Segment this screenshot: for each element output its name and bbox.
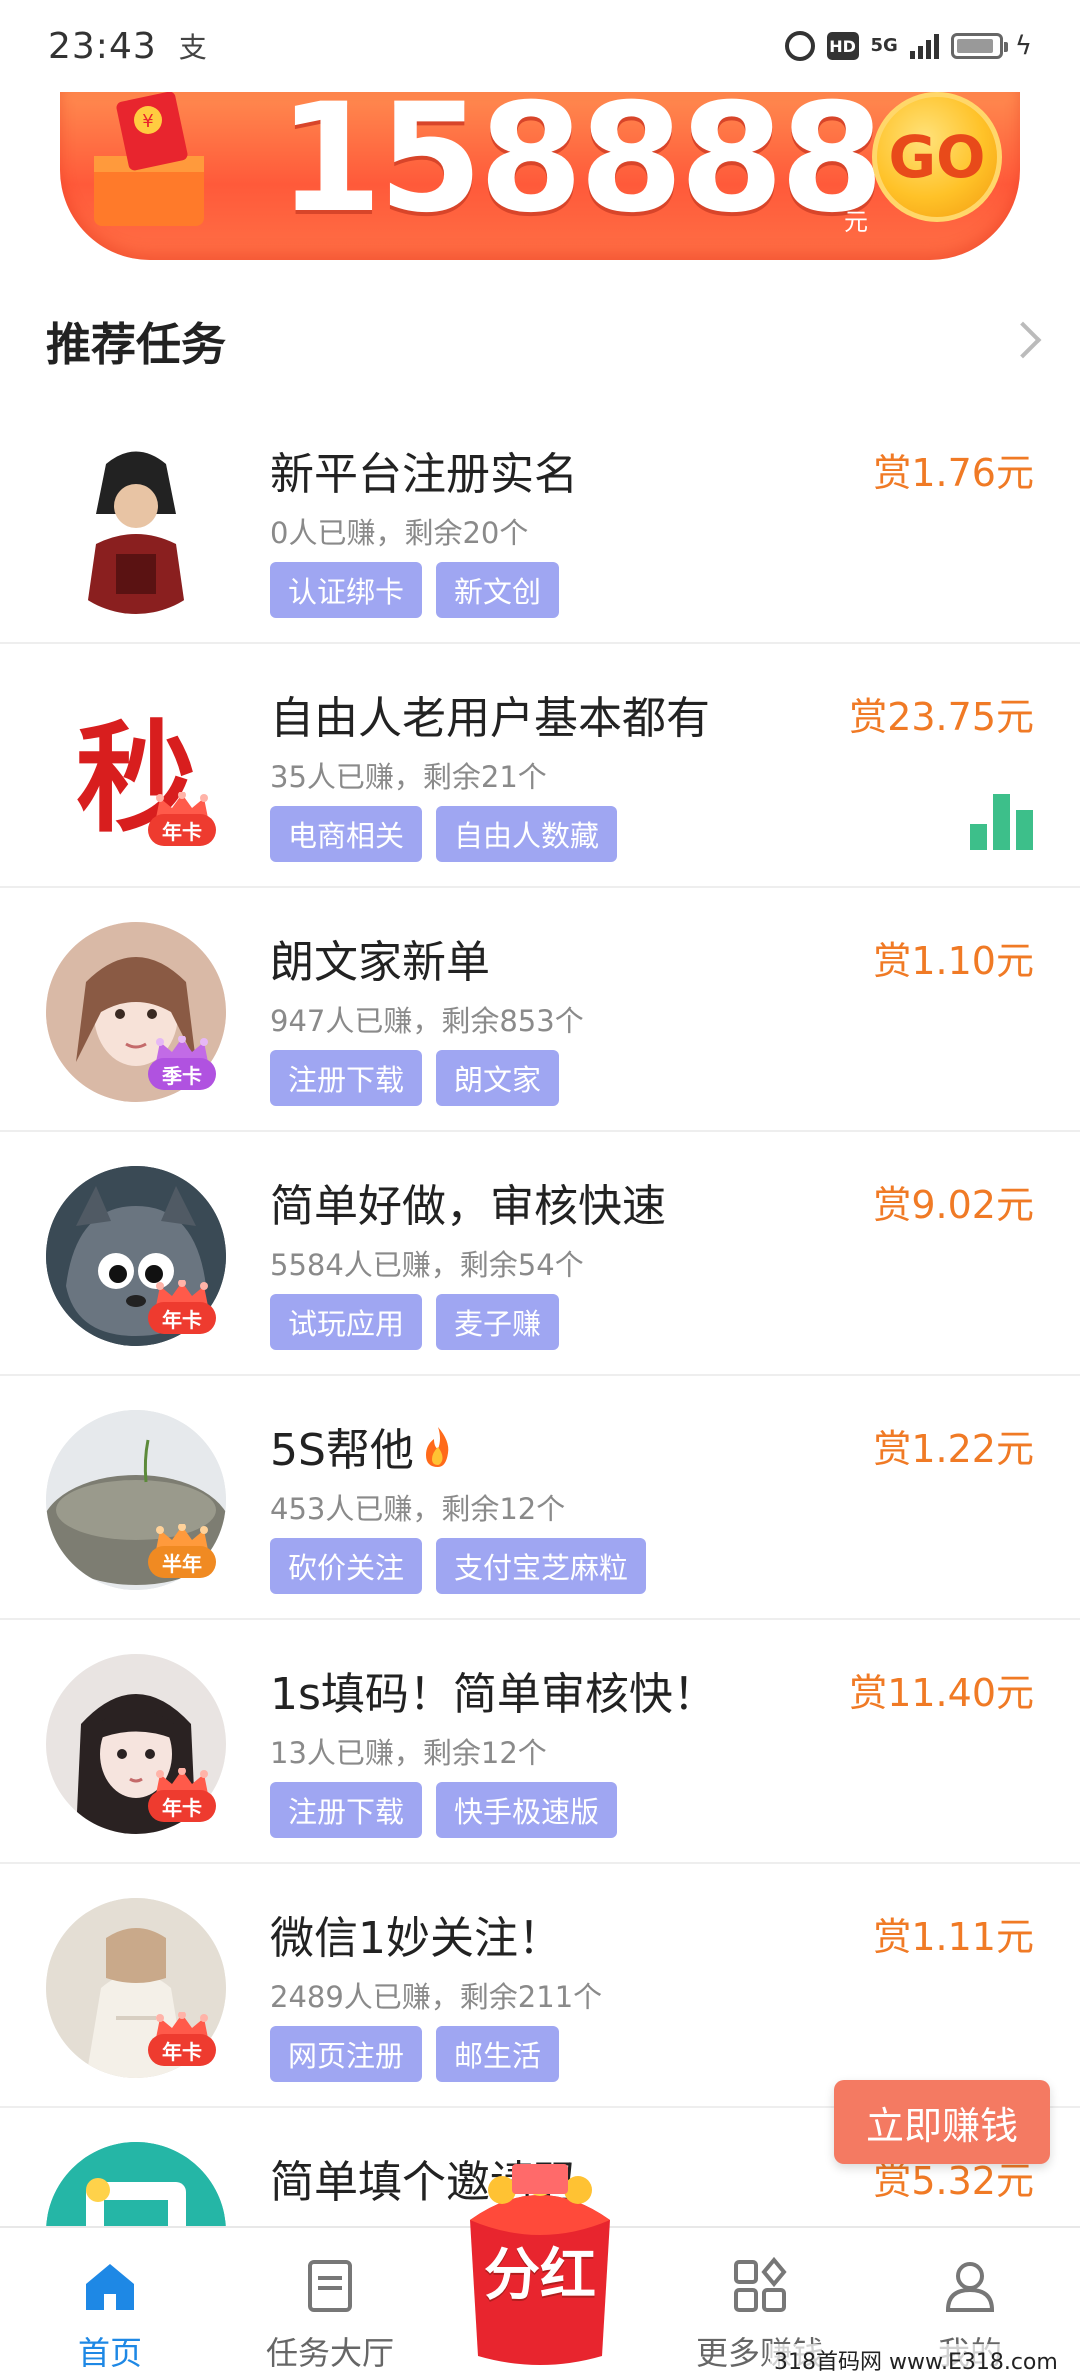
task-tag: 注册下载: [270, 1050, 423, 1106]
network-5g-icon: 5G: [870, 35, 898, 56]
svg-text:¥: ¥: [142, 111, 153, 132]
task-title: 朗文家新单: [270, 937, 490, 988]
dividend-label: 分红: [484, 2243, 596, 2308]
task-meta: 453人已赚，剩余12个: [270, 1492, 566, 1526]
document-list-icon: [308, 2260, 352, 2312]
task-row[interactable]: 半年 5S帮他 453人已赚，剩余12个 砍价关注 支付宝芝麻粒 赏1.22元: [0, 1376, 1080, 1620]
charging-icon: ϟ: [1014, 31, 1032, 61]
task-tag: 朗文家: [436, 1050, 560, 1106]
nav-item-task-hall[interactable]: 任务大厅: [240, 2228, 420, 2376]
alipay-indicator-icon: 支: [178, 31, 207, 64]
banner-amount: 158888: [278, 92, 884, 246]
dividend-button[interactable]: 分红: [452, 2160, 628, 2376]
task-tag: 认证绑卡: [270, 562, 423, 618]
task-title: 1s填码！简单审核快！: [270, 1669, 717, 1720]
task-tag: 快手极速版: [436, 1782, 618, 1838]
task-row[interactable]: 年卡 微信1妙关注！ 2489人已赚，剩余211个 网页注册 邮生活 赏1.11…: [0, 1864, 1080, 2108]
task-title-text: 5S帮他: [270, 1425, 414, 1476]
status-icons: HD 5G ϟ: [784, 31, 1032, 61]
membership-badge: 年卡: [142, 2012, 222, 2072]
badge-label: 年卡: [148, 814, 216, 846]
apps-grid-icon: [734, 2256, 787, 2312]
badge-label: 年卡: [148, 1790, 216, 1822]
task-tags: 砍价关注 支付宝芝麻粒: [270, 1538, 647, 1594]
badge-label: 年卡: [148, 1302, 216, 1334]
membership-badge: 年卡: [142, 1768, 222, 1828]
task-reward: 赏1.10元: [873, 939, 1034, 983]
task-tags: 注册下载 快手极速版: [270, 1782, 618, 1838]
go-button[interactable]: GO: [872, 92, 1002, 222]
task-row[interactable]: 年卡 简单好做，审核快速 5584人已赚，剩余54个 试玩应用 麦子赚 赏9.0…: [0, 1132, 1080, 1376]
task-reward: 赏23.75元: [849, 695, 1034, 739]
task-tags: 网页注册 邮生活: [270, 2026, 560, 2082]
task-tag: 电商相关: [270, 806, 423, 862]
task-row[interactable]: 新平台注册实名 0人已赚，剩余20个 认证绑卡 新文创 赏1.76元: [0, 400, 1080, 644]
task-title: 新平台注册实名: [270, 449, 578, 500]
task-meta: 2489人已赚，剩余211个: [270, 1980, 603, 2014]
task-tag: 注册下载: [270, 1782, 423, 1838]
battery-icon: [950, 33, 1008, 59]
membership-badge: 年卡: [142, 792, 222, 852]
task-tags: 认证绑卡 新文创: [270, 562, 560, 618]
chevron-right-icon[interactable]: [1004, 321, 1042, 359]
signal-icon: [909, 33, 939, 59]
status-bar: 23:43 支 HD 5G ϟ: [0, 0, 1080, 92]
task-tags: 试玩应用 麦子赚: [270, 1294, 560, 1350]
task-tag: 砍价关注: [270, 1538, 423, 1594]
task-meta: 5584人已赚，剩余54个: [270, 1248, 584, 1282]
watermark: 318首码网 www.E318.com: [770, 2344, 1062, 2376]
nav-label: 任务大厅: [265, 2334, 394, 2372]
task-title: 微信1妙关注！: [270, 1913, 562, 1964]
task-row[interactable]: 年卡 1s填码！简单审核快！ 13人已赚，剩余12个 注册下载 快手极速版 赏1…: [0, 1620, 1080, 1864]
bar-chart-icon[interactable]: [970, 794, 1034, 850]
nav-item-home[interactable]: 首页: [20, 2228, 200, 2376]
membership-badge: 季卡: [142, 1036, 222, 1096]
task-tag: 新文创: [436, 562, 560, 618]
task-tags: 注册下载 朗文家: [270, 1050, 560, 1106]
recommended-section-header[interactable]: 推荐任务: [46, 300, 1042, 380]
task-title: 简单好做，审核快速: [270, 1181, 666, 1232]
task-reward: 赏9.02元: [873, 1183, 1034, 1227]
red-envelope-gift-icon: ¥: [94, 92, 204, 226]
task-title: 5S帮他: [270, 1414, 456, 1478]
task-tag: 邮生活: [436, 2026, 560, 2082]
task-tags: 电商相关 自由人数藏: [270, 806, 618, 862]
status-time: 23:43: [48, 25, 157, 67]
task-tag: 麦子赚: [436, 1294, 560, 1350]
task-reward: 赏1.22元: [873, 1427, 1034, 1471]
badge-label: 年卡: [148, 2034, 216, 2066]
task-row[interactable]: 季卡 朗文家新单 947人已赚，剩余853个 注册下载 朗文家 赏1.10元: [0, 888, 1080, 1132]
task-reward: 赏1.11元: [873, 1915, 1034, 1959]
task-list: 新平台注册实名 0人已赚，剩余20个 认证绑卡 新文创 赏1.76元 秒 年卡 …: [0, 400, 1080, 2352]
page: 23:43 支 HD 5G ϟ ¥ 158888 元 GO 推荐任务 新平台注册…: [0, 0, 1080, 2376]
membership-badge: 年卡: [142, 1280, 222, 1340]
banner-unit: 元: [844, 208, 868, 236]
task-meta: 35人已赚，剩余21个: [270, 760, 547, 794]
task-tag: 自由人数藏: [436, 806, 618, 862]
task-avatar: [46, 434, 226, 614]
badge-label: 半年: [148, 1546, 216, 1578]
promo-banner[interactable]: ¥ 158888 元 GO: [60, 92, 1020, 260]
task-row[interactable]: 秒 年卡 自由人老用户基本都有 35人已赚，剩余21个 电商相关 自由人数藏 赏…: [0, 644, 1080, 888]
membership-badge: 半年: [142, 1524, 222, 1584]
task-tag: 支付宝芝麻粒: [436, 1538, 647, 1594]
task-meta: 947人已赚，剩余853个: [270, 1004, 584, 1038]
section-title: 推荐任务: [46, 317, 227, 371]
home-icon: [86, 2264, 134, 2310]
alarm-icon: [784, 31, 815, 61]
task-tag: 网页注册: [270, 2026, 423, 2082]
badge-label: 季卡: [148, 1058, 216, 1090]
task-meta: 13人已赚，剩余12个: [270, 1736, 547, 1770]
task-reward: 赏1.76元: [873, 451, 1034, 495]
earn-now-button[interactable]: 立即赚钱: [834, 2080, 1050, 2164]
nav-label: 首页: [77, 2334, 142, 2372]
user-icon: [945, 2262, 995, 2312]
fire-icon: [425, 1427, 449, 1467]
task-meta: 0人已赚，剩余20个: [270, 516, 529, 550]
task-tag: 试玩应用: [270, 1294, 423, 1350]
task-title: 自由人老用户基本都有: [270, 693, 710, 744]
hd-icon: HD: [826, 32, 859, 60]
task-reward: 赏11.40元: [849, 1671, 1034, 1715]
